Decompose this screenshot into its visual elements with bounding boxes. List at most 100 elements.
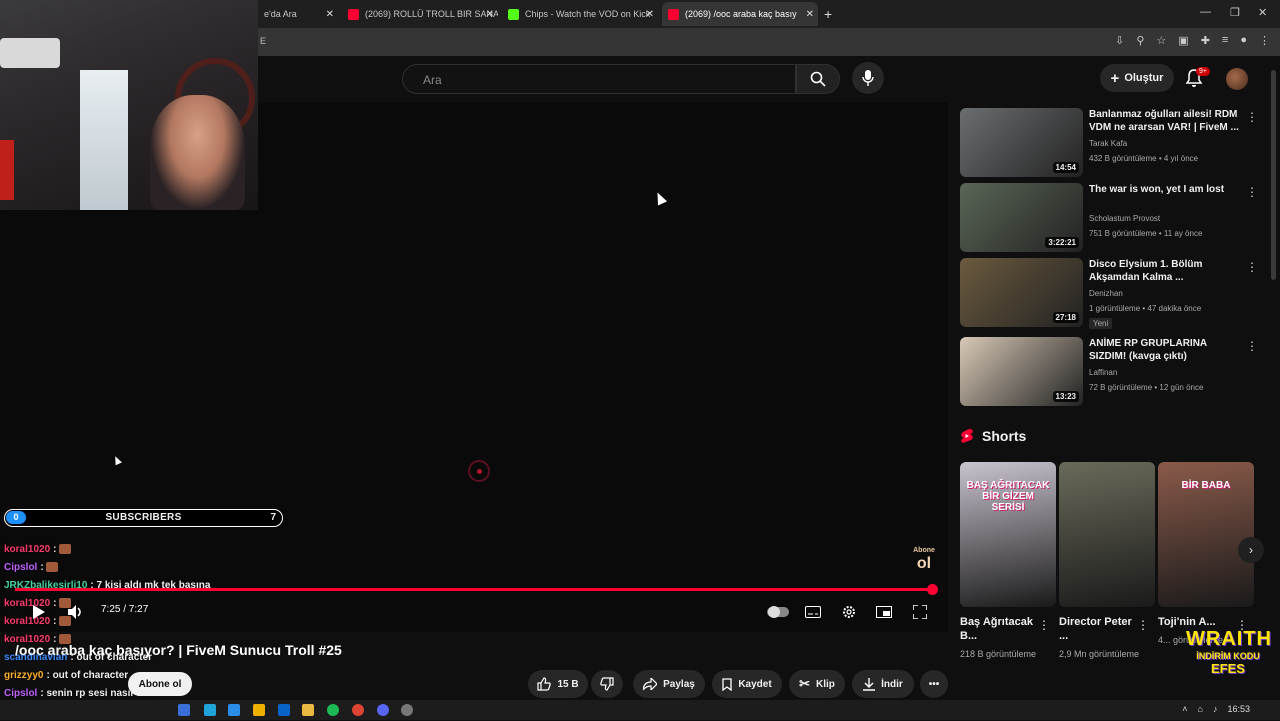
restore-icon[interactable]: ❐ [1230, 6, 1240, 19]
zoom-icon[interactable]: ⚲ [1136, 34, 1144, 47]
obs-icon[interactable] [401, 704, 413, 716]
recommended-video[interactable]: 3:22:21 The war is won, yet I am lost Scho… [960, 183, 1260, 253]
tab-search[interactable]: e'da Ara ✕ [258, 2, 338, 26]
duration-badge: 14:54 [1052, 162, 1079, 173]
bookmark-star-icon[interactable]: ☆ [1156, 34, 1166, 47]
chat-text: : out of character [46, 670, 129, 681]
streamer [150, 95, 245, 210]
short-card[interactable]: Director Peter ... 2,9 Mn görüntüleme ⋮ [1059, 462, 1155, 659]
save-button[interactable]: Kaydet [712, 670, 782, 698]
chat-message: koral1020: [4, 541, 304, 559]
edge-icon[interactable] [204, 704, 216, 716]
taskbar-app-icon[interactable] [178, 704, 190, 716]
short-title[interactable]: Toji'nin A... [1158, 615, 1238, 629]
new-tab-icon[interactable]: + [824, 6, 832, 22]
volume-tray-icon[interactable]: ♪ [1213, 704, 1218, 714]
reading-list-icon[interactable]: ≡ [1222, 34, 1228, 47]
tab-close-icon[interactable]: ✕ [326, 9, 334, 20]
shorts-next-button[interactable]: › [1238, 537, 1264, 563]
discord-icon[interactable] [377, 704, 389, 716]
folder-icon[interactable] [302, 704, 314, 716]
more-vert-icon[interactable]: ⋮ [1038, 618, 1050, 632]
more-vert-icon[interactable]: ⋮ [1137, 618, 1149, 632]
short-thumbnail[interactable]: BAŞ AĞRITACAK BİR GİZEM SERİSİ [960, 462, 1056, 607]
recommended-title[interactable]: Banlanmaz oğulları ailesi! RDM VDM ne ar… [1089, 108, 1239, 134]
volume-button[interactable] [66, 602, 86, 622]
video-thumbnail[interactable]: 13:23 [960, 337, 1083, 406]
more-vert-icon[interactable]: ⋮ [1246, 339, 1258, 353]
tab-youtube-active[interactable]: (2069) /ooc araba kaç basıy ✕ [662, 2, 818, 26]
video-thumbnail[interactable]: 14:54 [960, 108, 1083, 177]
short-title[interactable]: Director Peter ... [1059, 615, 1139, 643]
create-button[interactable]: + Oluştur [1100, 64, 1174, 92]
network-icon[interactable]: ⌂ [1198, 704, 1203, 714]
install-icon[interactable]: ⇩ [1115, 34, 1124, 47]
recommended-video[interactable]: 13:23 ANİME RP GRUPLARINA SIZDIM! (kavga … [960, 337, 1260, 407]
channel-name[interactable]: Laffinan [1089, 368, 1117, 377]
subs-count-goal: 7 [270, 512, 276, 523]
volume-icon [68, 605, 81, 619]
tab-close-icon[interactable]: ✕ [486, 9, 494, 20]
recommended-title[interactable]: The war is won, yet I am lost [1089, 183, 1239, 196]
mouse-cursor-icon [112, 454, 122, 466]
settings-button[interactable] [838, 602, 860, 622]
clock[interactable]: 16:53 [1227, 704, 1250, 714]
channel-name[interactable]: Tarak Kafa [1089, 139, 1127, 148]
air-conditioner [0, 38, 60, 68]
miniplayer-button[interactable] [873, 602, 895, 622]
close-window-icon[interactable]: ✕ [1258, 6, 1267, 19]
page-scrollbar[interactable] [1271, 70, 1276, 280]
chrome-icon[interactable] [352, 704, 364, 716]
recommended-video[interactable]: 14:54 Banlanmaz oğulları ailesi! RDM VDM … [960, 108, 1260, 178]
dislike-button[interactable] [591, 670, 623, 698]
promo-overlay: WRAITH İNDİRİM KODU EFES [1186, 628, 1271, 690]
video-thumbnail[interactable]: 27:18 [960, 258, 1083, 327]
subscribe-button[interactable]: Abone ol [128, 672, 192, 696]
more-vert-icon[interactable]: ⋮ [1246, 110, 1258, 124]
extension-icon[interactable]: ▣ [1178, 34, 1188, 47]
webcam-overlay [0, 0, 258, 210]
short-card[interactable]: BAŞ AĞRITACAK BİR GİZEM SERİSİ Baş Ağrıta… [960, 462, 1056, 659]
play-button[interactable] [30, 602, 48, 622]
short-thumbnail[interactable]: BİR BABA [1158, 462, 1254, 607]
browser-menu-icon[interactable]: ⋮ [1259, 34, 1270, 47]
autoplay-toggle[interactable] [766, 602, 790, 622]
channel-name[interactable]: Scholastum Provost [1089, 214, 1160, 223]
watermark-small-text: Abone [913, 547, 935, 554]
more-actions-button[interactable]: ••• [920, 670, 948, 698]
tab-youtube-troll[interactable]: (2069) ROLLÜ TROLL BIR SANA ✕ [342, 2, 498, 26]
short-thumbnail[interactable] [1059, 462, 1155, 607]
subtitles-button[interactable] [802, 602, 824, 622]
recommended-video[interactable]: 27:18 Disco Elysium 1. Bölüm Akşamdan Kal… [960, 258, 1260, 329]
tab-close-icon[interactable]: ✕ [806, 9, 814, 20]
clip-button[interactable]: ✂ Klip [789, 670, 845, 698]
shorts-heading-label: Shorts [982, 428, 1027, 444]
channel-name[interactable]: Denizhan [1089, 289, 1123, 298]
recommended-title[interactable]: Disco Elysium 1. Bölüm Akşamdan Kalma ..… [1089, 258, 1239, 284]
minimize-icon[interactable]: — [1200, 6, 1211, 18]
recommended-title[interactable]: ANİME RP GRUPLARINA SIZDIM! (kavga çıktı… [1089, 337, 1239, 363]
download-button[interactable]: İndir [852, 670, 914, 698]
tab-kick[interactable]: Chips - Watch the VOD on Kick ✕ [502, 2, 658, 26]
tab-close-icon[interactable]: ✕ [646, 9, 654, 20]
chat-emote-icon [46, 562, 59, 573]
like-button[interactable]: 15 B [528, 670, 588, 698]
puzzle-icon[interactable]: ✚ [1201, 34, 1210, 47]
account-avatar[interactable] [1226, 68, 1248, 90]
outlook-icon[interactable] [278, 704, 290, 716]
voice-search-button[interactable] [852, 62, 884, 94]
spotify-icon[interactable] [327, 704, 339, 716]
file-explorer-icon[interactable] [253, 704, 265, 716]
profile-icon[interactable]: ● [1240, 34, 1247, 47]
video-thumbnail[interactable]: 3:22:21 [960, 183, 1083, 252]
video-progress-bar[interactable] [15, 588, 933, 591]
short-title[interactable]: Baş Ağrıtacak B... [960, 615, 1040, 643]
copilot-icon[interactable] [228, 704, 240, 716]
search-input[interactable]: Ara [402, 64, 796, 94]
more-vert-icon[interactable]: ⋮ [1246, 260, 1258, 274]
share-button[interactable]: Paylaş [633, 670, 705, 698]
more-vert-icon[interactable]: ⋮ [1246, 185, 1258, 199]
chevron-up-icon[interactable]: ˄ [1182, 704, 1187, 714]
fullscreen-button[interactable] [909, 602, 931, 622]
search-button[interactable] [796, 64, 840, 94]
